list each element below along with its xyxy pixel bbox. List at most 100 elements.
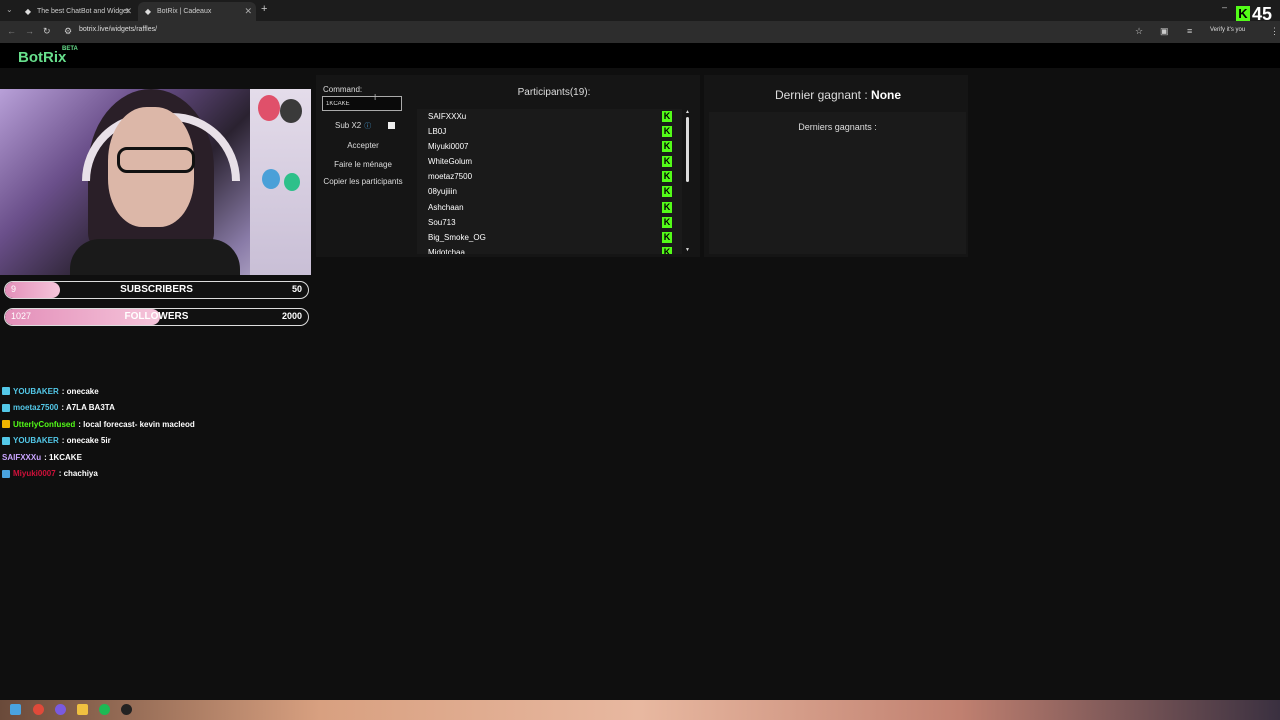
chat-text: : onecake 5ir: [61, 436, 111, 446]
goal-target: 2000: [281, 311, 302, 321]
cleanup-button[interactable]: Faire le ménage: [323, 160, 403, 169]
extensions-icon[interactable]: ▣: [1160, 26, 1169, 37]
botrix-logo[interactable]: BotRix BETA: [18, 46, 78, 66]
more-menu-icon[interactable]: ⋮: [1270, 26, 1279, 37]
chrome-icon[interactable]: [33, 704, 44, 715]
text-cursor-icon: I: [374, 93, 377, 102]
participant-name: Midotchaa: [428, 247, 465, 254]
goal-label: FOLLOWERS: [124, 311, 189, 322]
folder-icon[interactable]: [77, 704, 88, 715]
tab-chatbot[interactable]: ◆ The best ChatBot and Widget ✕: [18, 2, 136, 21]
recent-winners-box: [709, 112, 966, 254]
tab-favicon-icon: ◆: [24, 6, 32, 16]
accept-button[interactable]: Accepter: [323, 141, 403, 150]
sub-x2-checkbox[interactable]: [388, 122, 395, 129]
logo-text: BotRix: [18, 49, 67, 66]
back-icon[interactable]: ←: [7, 26, 16, 36]
figure-1: [258, 95, 280, 121]
reload-icon[interactable]: ↻: [43, 26, 51, 37]
scroll-up-icon[interactable]: ▲: [685, 109, 690, 115]
minimize-icon[interactable]: –: [1222, 2, 1227, 12]
os-taskbar: [0, 700, 1280, 720]
tab-botrix-cadeaux[interactable]: ◆ BotRix | Cadeaux ✕: [138, 2, 256, 21]
chat-text: : chachiya: [58, 469, 98, 479]
participant-row[interactable]: Sou713 K: [417, 215, 682, 230]
info-icon[interactable]: ⓘ: [364, 123, 371, 130]
goal-label: SUBSCRIBERS: [120, 284, 193, 295]
figure-4: [284, 173, 300, 191]
participant-row[interactable]: SAIFXXXu K: [417, 109, 682, 124]
chat-username: YOUBAKER: [13, 386, 59, 396]
url-text[interactable]: botrix.live/widgets/raffles/: [79, 26, 157, 33]
participant-name: moetaz7500: [428, 172, 473, 182]
goal-target: 50: [291, 284, 302, 294]
chat-badge-icon: [2, 436, 10, 445]
participant-name: 08yujiiin: [428, 187, 457, 197]
copy-participants-button[interactable]: Copier les participants: [323, 177, 403, 187]
participant-row[interactable]: Miyuki0007 K: [417, 139, 682, 154]
participant-row[interactable]: LB0J K: [417, 124, 682, 139]
participant-row[interactable]: WhiteGolum K: [417, 154, 682, 169]
browser-tab-strip: ⌄ ◆ The best ChatBot and Widget ✕ ◆ BotR…: [0, 0, 1280, 21]
new-tab-icon[interactable]: +: [261, 3, 267, 15]
chat-badge-icon: [2, 403, 10, 412]
site-info-icon[interactable]: ⚙: [64, 26, 72, 37]
participant-row[interactable]: Ashchaan K: [417, 200, 682, 215]
kick-platform-icon: K: [662, 186, 672, 198]
sub-x2-text: Sub X2: [335, 121, 362, 130]
chat-username: moetaz7500: [13, 403, 59, 413]
tab-search-icon[interactable]: ≡: [1187, 26, 1192, 36]
participant-row[interactable]: moetaz7500 K: [417, 169, 682, 184]
scroll-down-icon[interactable]: ▼: [685, 247, 690, 253]
glasses: [117, 147, 195, 173]
chat-message: Miyuki0007: chachiya: [2, 466, 195, 483]
scroll-thumb[interactable]: [686, 117, 689, 182]
kick-platform-icon: K: [662, 141, 672, 153]
chat-username: SAIFXXXu: [2, 452, 42, 462]
participant-row[interactable]: 08yujiiin K: [417, 184, 682, 199]
streamer-shirt: [70, 239, 240, 275]
recent-winners-label: Derniers gagnants :: [798, 122, 877, 132]
chat-username: Miyuki0007: [13, 469, 56, 479]
forward-icon[interactable]: →: [25, 26, 34, 36]
command-label: Command:: [323, 85, 363, 94]
subscribers-goal-bar: 9 SUBSCRIBERS 50: [4, 281, 309, 299]
app-icon[interactable]: [55, 704, 66, 715]
tab-menu-icon[interactable]: ⌄: [6, 5, 13, 14]
chat-badge-icon: [2, 387, 10, 396]
chat-text: : 1KCAKE: [44, 452, 82, 462]
figure-3: [262, 169, 280, 189]
kick-platform-icon: K: [662, 216, 672, 228]
close-tab-icon[interactable]: ✕: [124, 6, 132, 17]
command-input[interactable]: [322, 96, 402, 111]
sub-x2-label: Sub X2 ⓘ: [335, 121, 371, 131]
tab-favicon-icon: ◆: [144, 6, 152, 16]
chat-badge-icon: [2, 469, 10, 478]
kick-platform-icon: K: [662, 171, 672, 183]
logo-beta-badge: BETA: [62, 46, 78, 52]
participants-list[interactable]: SAIFXXXu K LB0J K Miyuki0007 K WhiteGolum Kmoet…: [417, 109, 682, 254]
followers-goal-bar: 1027 FOLLOWERS 2000: [4, 308, 309, 326]
participants-scrollbar[interactable]: ▲ ▼: [685, 109, 690, 254]
participant-row[interactable]: Big_Smoke_OG K: [417, 230, 682, 245]
chat-badge-icon: [2, 420, 10, 429]
participant-row[interactable]: Midotchaa K: [417, 245, 682, 254]
chat-overlay: YOUBAKER: onecake moetaz7500: A7LA BA3TA U…: [2, 383, 195, 482]
address-bar: ← → ↻ ⚙ botrix.live/widgets/raffles/ ☆ ▣…: [0, 21, 1280, 44]
kick-platform-icon: K: [662, 111, 672, 122]
chat-message: SAIFXXXu: 1KCAKE: [2, 449, 195, 466]
participant-name: Big_Smoke_OG: [428, 232, 486, 242]
obs-icon[interactable]: [121, 704, 132, 715]
webcam-feed: [0, 89, 311, 275]
verify-button[interactable]: Verify it's you: [1210, 27, 1245, 33]
chat-message: YOUBAKER: onecake: [2, 383, 195, 400]
close-tab-icon[interactable]: ✕: [244, 6, 252, 17]
chat-username: YOUBAKER: [13, 436, 59, 446]
participant-name: WhiteGolum: [428, 157, 473, 167]
tab-title: The best ChatBot and Widget: [37, 8, 129, 15]
chat-username: UtterlyConfused: [13, 419, 76, 429]
spotify-icon[interactable]: [99, 704, 110, 715]
chat-text: : onecake: [61, 386, 99, 396]
bookmark-star-icon[interactable]: ☆: [1135, 26, 1143, 37]
start-icon[interactable]: [10, 704, 21, 715]
